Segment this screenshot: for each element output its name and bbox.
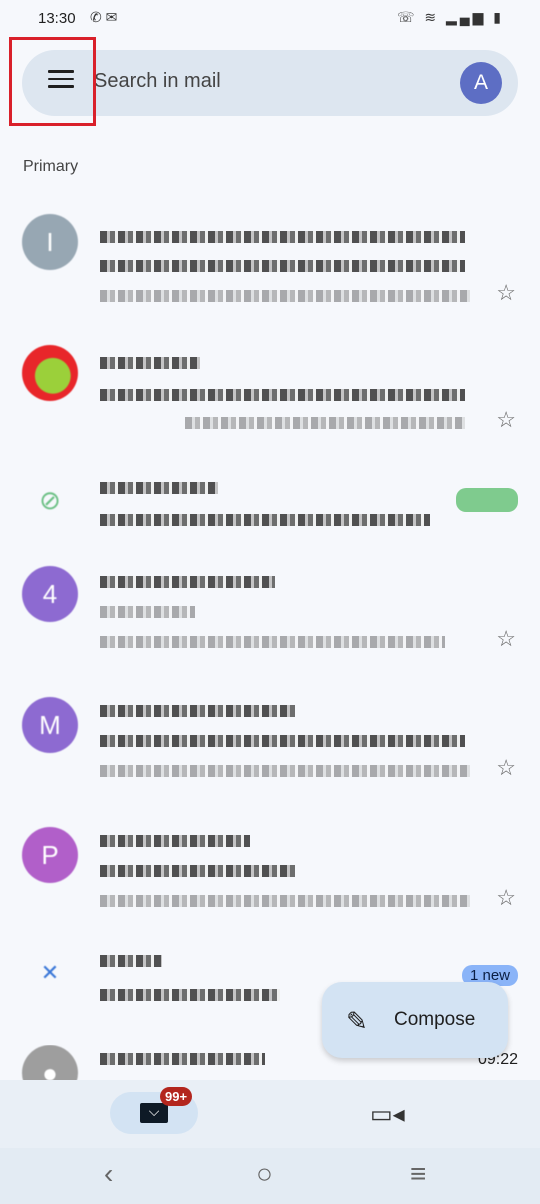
star-icon[interactable]: ☆ bbox=[496, 755, 516, 781]
section-label: Primary bbox=[23, 158, 79, 175]
system-navigation: ‹ ○ ≡ bbox=[0, 1148, 540, 1204]
sender-avatar: ⊘ bbox=[39, 485, 61, 515]
compose-button[interactable]: ✎ Compose bbox=[322, 982, 508, 1058]
star-icon[interactable]: ☆ bbox=[496, 280, 516, 306]
email-row[interactable]: M ☆ bbox=[0, 697, 540, 807]
compose-label: Compose bbox=[394, 1009, 476, 1030]
back-icon[interactable]: ‹ bbox=[104, 1158, 113, 1190]
sender-avatar: ● bbox=[22, 1045, 78, 1080]
notification-icons: ✆ ✉ bbox=[90, 9, 118, 25]
sender-avatar: P bbox=[22, 827, 78, 883]
email-row[interactable]: I ☆ bbox=[0, 214, 540, 324]
email-row[interactable]: ☆ bbox=[0, 345, 540, 455]
search-bar[interactable]: Search in mail A bbox=[22, 50, 518, 116]
system-status-icons: ☏ ≋ ▂▄▆ ▮ bbox=[396, 9, 504, 25]
clock: 13:30 bbox=[38, 10, 76, 27]
pencil-icon: ✎ bbox=[346, 1006, 368, 1036]
email-row[interactable]: P ☆ bbox=[0, 827, 540, 937]
mail-icon: ⌵ bbox=[140, 1103, 168, 1123]
account-avatar[interactable]: A bbox=[460, 62, 502, 104]
email-row[interactable]: 4 ☆ bbox=[0, 566, 540, 676]
sender-avatar: I bbox=[22, 214, 78, 270]
status-bar: 13:30 ✆ ✉ ☏ ≋ ▂▄▆ ▮ bbox=[0, 0, 540, 38]
sender-avatar: M bbox=[22, 697, 78, 753]
recents-icon[interactable]: ≡ bbox=[410, 1158, 426, 1190]
tab-meet-video-icon[interactable]: ▭◂ bbox=[370, 1100, 405, 1128]
star-icon[interactable]: ☆ bbox=[496, 626, 516, 652]
unread-count-badge: 99+ bbox=[160, 1087, 193, 1106]
sender-avatar bbox=[22, 345, 78, 401]
sender-avatar: ✕ bbox=[40, 960, 60, 985]
star-icon[interactable]: ☆ bbox=[496, 885, 516, 911]
highlight-box bbox=[9, 37, 96, 126]
bottom-navigation: ⌵ 99+ ▭◂ bbox=[0, 1080, 540, 1148]
sender-avatar: 4 bbox=[22, 566, 78, 622]
star-icon[interactable]: ☆ bbox=[496, 407, 516, 433]
search-input[interactable]: Search in mail bbox=[94, 70, 221, 93]
unread-badge bbox=[456, 488, 518, 512]
home-icon[interactable]: ○ bbox=[256, 1158, 273, 1190]
